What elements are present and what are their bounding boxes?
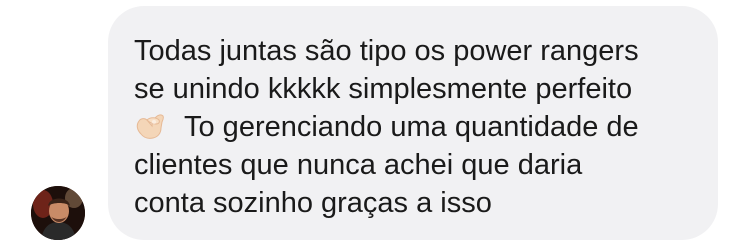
avatar[interactable] bbox=[31, 186, 85, 240]
ok-hand-emoji-icon bbox=[134, 108, 170, 142]
message-bubble[interactable]: Todas juntas são tipo os power rangers s… bbox=[108, 6, 718, 240]
message-line: To gerenciando uma quantidade de bbox=[134, 108, 692, 146]
avatar-photo bbox=[31, 186, 85, 240]
message-line: conta sozinho graças a isso bbox=[134, 187, 492, 219]
chat-canvas: Todas juntas são tipo os power rangers s… bbox=[0, 0, 750, 240]
message-line: clientes que nunca achei que daria bbox=[134, 149, 583, 181]
message-line: Todas juntas são tipo os power rangers bbox=[134, 35, 639, 67]
message-line-text: To gerenciando uma quantidade de bbox=[184, 111, 639, 143]
message-text: Todas juntas são tipo os power rangers s… bbox=[134, 32, 692, 222]
message-line: se unindo kkkkk simplesmente perfeito bbox=[134, 73, 633, 105]
